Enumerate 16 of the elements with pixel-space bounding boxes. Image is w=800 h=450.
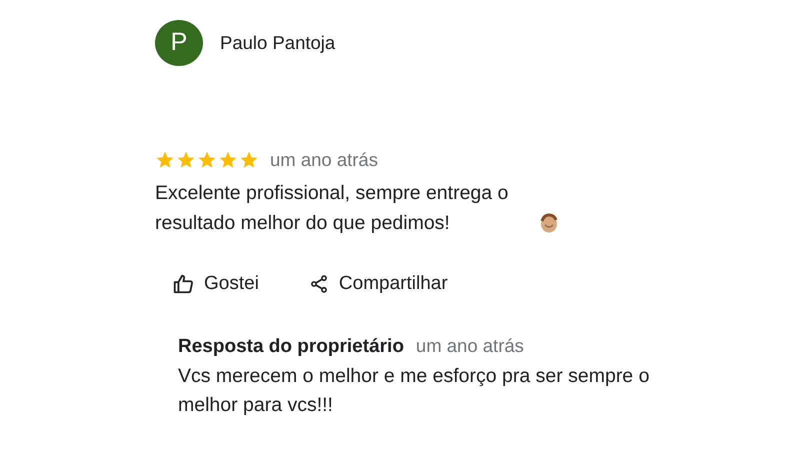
share-icon [308,274,329,294]
star-icon [197,150,217,170]
avatar: P [155,20,203,66]
reply-text: Vcs merecem o melhor e me esforço pra ser sempre o melhor para vcs!!! [178,364,650,416]
thumbs-up-icon [172,273,194,295]
star-icon [155,150,175,170]
reply-time: um ano atrás [416,334,524,358]
review-text: Excelente profissional, sempre entrega o resultado melhor do que pedimos! [155,180,510,236]
star-icon [239,150,259,170]
share-button[interactable]: Compartilhar [308,266,448,302]
review-time: um ano atrás [270,148,378,172]
like-button[interactable]: Gostei [172,266,259,302]
star-icon [176,150,196,170]
reply-title: Resposta do proprietário [178,335,404,360]
reviewer-name: Paulo Pantoja [220,31,336,56]
star-icon [218,150,238,170]
